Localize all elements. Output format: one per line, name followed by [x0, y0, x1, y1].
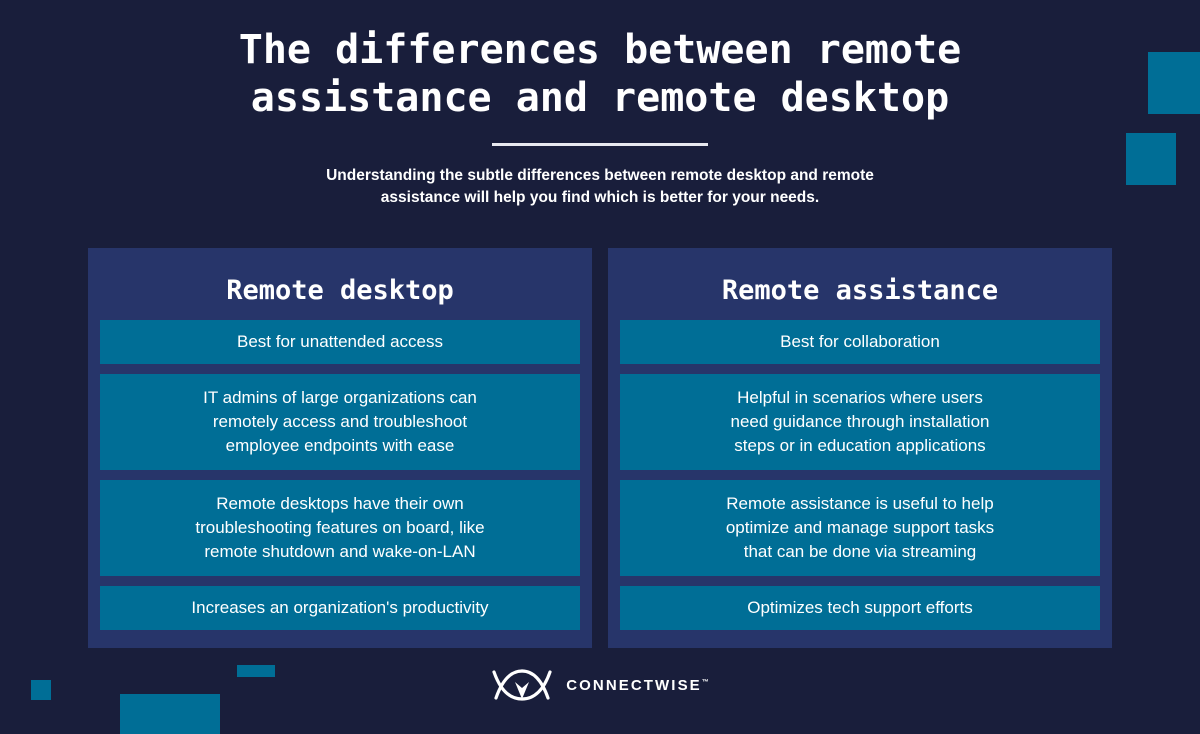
page-subtitle: Understanding the subtle differences bet… — [270, 165, 930, 209]
card-text: Helpful in scenarios where users need gu… — [731, 386, 990, 458]
comparison-panels: Remote desktop Best for unattended acces… — [88, 248, 1112, 648]
card-remote-assistance-3: Remote assistance is useful to help opti… — [620, 480, 1100, 576]
page-title-line-1: The differences between remote — [238, 27, 962, 73]
page-title-line-2: assistance and remote desktop — [250, 75, 950, 121]
page-subtitle-line-1: Understanding the subtle differences bet… — [326, 167, 874, 184]
panel-title-remote-desktop: Remote desktop — [226, 275, 454, 306]
connectwise-logo-icon — [492, 669, 552, 701]
panel-title-remote-assistance: Remote assistance — [721, 275, 999, 306]
panel-remote-assistance: Remote assistance Best for collaboration… — [608, 248, 1112, 648]
page-subtitle-line-2: assistance will help you find which is b… — [380, 189, 820, 206]
trademark-symbol: ™ — [701, 678, 709, 686]
card-line: Helpful in scenarios where users — [737, 388, 983, 407]
connectwise-wordmark: CONNECTWISE™ — [566, 677, 709, 694]
title-divider — [492, 143, 708, 146]
header: The differences between remote assistanc… — [0, 0, 1200, 209]
card-line: Best for collaboration — [780, 332, 940, 351]
brand-name: CONNECTWISE — [566, 676, 702, 694]
card-text: Remote assistance is useful to help opti… — [726, 492, 994, 564]
card-text: IT admins of large organizations can rem… — [203, 386, 477, 458]
card-line: Remote assistance is useful to help — [726, 494, 994, 513]
card-line: employee endpoints with ease — [225, 436, 455, 455]
card-line: Optimizes tech support efforts — [747, 598, 973, 617]
card-text: Optimizes tech support efforts — [747, 596, 973, 620]
card-remote-desktop-2: IT admins of large organizations can rem… — [100, 374, 580, 470]
card-line: steps or in education applications — [734, 436, 986, 455]
card-remote-assistance-1: Best for collaboration — [620, 320, 1100, 364]
card-line: IT admins of large organizations can — [203, 388, 477, 407]
card-remote-desktop-3: Remote desktops have their own troublesh… — [100, 480, 580, 576]
card-text: Best for collaboration — [780, 330, 940, 354]
card-line: that can be done via streaming — [743, 542, 977, 561]
footer-logo: CONNECTWISE™ — [0, 668, 1200, 702]
card-line: need guidance through installation — [730, 412, 990, 431]
card-line: Increases an organization's productivity — [191, 598, 489, 617]
card-remote-desktop-1: Best for unattended access — [100, 320, 580, 364]
card-remote-assistance-4: Optimizes tech support efforts — [620, 586, 1100, 630]
page-title: The differences between remote assistanc… — [0, 0, 1200, 122]
card-line: optimize and manage support tasks — [725, 518, 995, 537]
panel-remote-desktop: Remote desktop Best for unattended acces… — [88, 248, 592, 648]
card-remote-assistance-2: Helpful in scenarios where users need gu… — [620, 374, 1100, 470]
card-line: troubleshooting features on board, like — [195, 518, 485, 537]
card-text: Remote desktops have their own troublesh… — [195, 492, 484, 564]
card-text: Best for unattended access — [237, 330, 443, 354]
card-remote-desktop-4: Increases an organization's productivity — [100, 586, 580, 630]
card-line: Best for unattended access — [236, 332, 444, 351]
card-line: Remote desktops have their own — [216, 494, 464, 513]
card-line: remote shutdown and wake-on-LAN — [204, 542, 476, 561]
card-line: remotely access and troubleshoot — [212, 412, 468, 431]
card-text: Increases an organization's productivity — [191, 596, 488, 620]
